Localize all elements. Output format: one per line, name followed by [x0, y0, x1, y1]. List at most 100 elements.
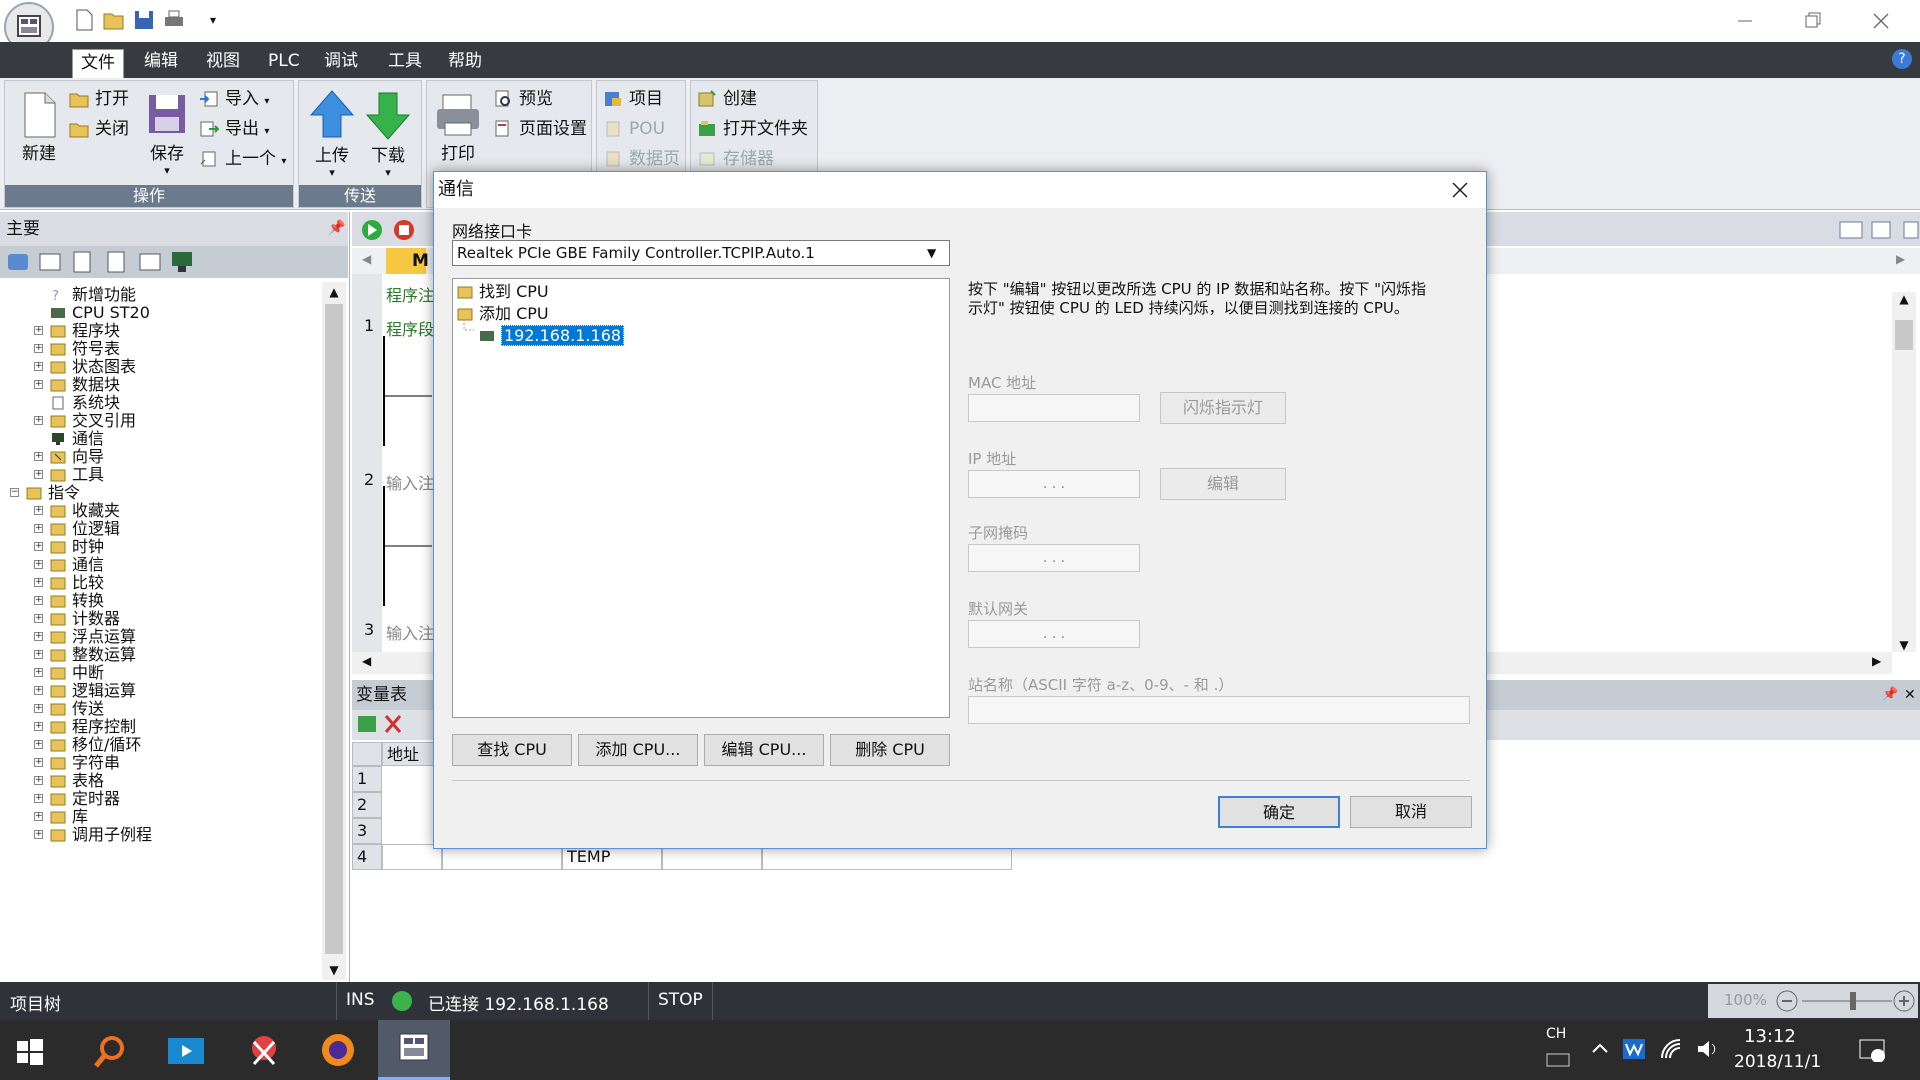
- tab-main[interactable]: M: [386, 248, 429, 274]
- wifi-icon[interactable]: [1660, 1038, 1684, 1060]
- gateway-field[interactable]: . . .: [968, 620, 1140, 648]
- scroll-down-icon[interactable]: ▼: [1892, 638, 1916, 652]
- expand-icon[interactable]: +: [34, 542, 43, 551]
- chevron-down-icon[interactable]: ▼: [927, 241, 936, 265]
- expand-icon[interactable]: +: [34, 632, 43, 641]
- expand-icon[interactable]: +: [34, 614, 43, 623]
- windows-start-icon[interactable]: [16, 1038, 44, 1066]
- subnet-field[interactable]: . . .: [968, 544, 1140, 572]
- previous-button[interactable]: 上一个 ▾: [197, 147, 286, 171]
- minimize-button[interactable]: [1716, 4, 1774, 38]
- download-button[interactable]: 下载 ▾: [361, 89, 415, 179]
- expand-icon[interactable]: +: [34, 506, 43, 515]
- dialog-close-button[interactable]: [1450, 180, 1470, 200]
- pin-icon[interactable]: 📌: [328, 220, 345, 236]
- open-button[interactable]: 打开: [67, 87, 129, 111]
- expand-icon[interactable]: +: [34, 812, 43, 821]
- expand-icon[interactable]: +: [34, 560, 43, 569]
- mac-field[interactable]: [968, 394, 1140, 422]
- memory-button[interactable]: 存储器: [695, 147, 774, 171]
- expand-icon[interactable]: +: [34, 740, 43, 749]
- tree-item-instruction[interactable]: + 调用子例程: [34, 824, 152, 846]
- expand-icon[interactable]: +: [34, 578, 43, 587]
- expand-icon[interactable]: +: [34, 596, 43, 605]
- scroll-right-icon[interactable]: ▶: [1872, 654, 1881, 668]
- expand-icon[interactable]: +: [34, 758, 43, 767]
- new-button[interactable]: 新建: [13, 89, 65, 164]
- pin-icon[interactable]: 📌: [1882, 680, 1898, 710]
- open-folder-button[interactable]: 打开文件夹: [695, 117, 808, 141]
- scroll-up-icon[interactable]: ▲: [1892, 292, 1916, 306]
- menu-plc[interactable]: PLC: [260, 48, 308, 74]
- tree-found-cpu[interactable]: 找到 CPU: [457, 281, 549, 303]
- upload-button[interactable]: 上传 ▾: [305, 89, 359, 179]
- expand-icon[interactable]: +: [34, 650, 43, 659]
- cancel-button[interactable]: 取消: [1350, 796, 1472, 828]
- expand-icon[interactable]: +: [34, 686, 43, 695]
- program-comment[interactable]: 程序注: [386, 282, 434, 306]
- edit-ip-button[interactable]: 编辑: [1160, 468, 1286, 500]
- ip-field[interactable]: . . .: [968, 470, 1140, 498]
- import-button[interactable]: 导入 ▾: [197, 87, 269, 111]
- delete-cpu-button[interactable]: 删除 CPU: [830, 734, 950, 766]
- snipping-tool-icon[interactable]: [244, 1030, 284, 1070]
- scroll-thumb[interactable]: [325, 304, 343, 954]
- edit-cpu-button[interactable]: 编辑 CPU...: [704, 734, 824, 766]
- media-player-icon[interactable]: [166, 1036, 206, 1066]
- expand-icon[interactable]: +: [34, 524, 43, 533]
- keyboard-icon[interactable]: [1546, 1052, 1570, 1068]
- tree-cpu-ip[interactable]: 192.168.1.168: [479, 325, 625, 347]
- volume-icon[interactable]: [1696, 1038, 1720, 1060]
- find-cpu-button[interactable]: 查找 CPU: [452, 734, 572, 766]
- station-name-field[interactable]: [968, 696, 1470, 724]
- menu-help[interactable]: 帮助: [440, 48, 490, 74]
- close-pane-icon[interactable]: ✕: [1904, 680, 1916, 710]
- new-icon[interactable]: [72, 8, 96, 32]
- tab-scroll-left-icon[interactable]: ◀: [362, 252, 371, 266]
- ok-button[interactable]: 确定: [1218, 796, 1340, 828]
- preview-button[interactable]: 预览: [491, 87, 553, 111]
- menu-file[interactable]: 文件: [72, 49, 124, 79]
- tray-app-icon[interactable]: [1622, 1038, 1646, 1060]
- export-button[interactable]: 导出 ▾: [197, 117, 269, 141]
- firefox-icon[interactable]: [318, 1030, 358, 1070]
- tray-chevron-icon[interactable]: [1590, 1038, 1610, 1058]
- clock-date[interactable]: 2018/11/1: [1734, 1052, 1821, 1072]
- expand-icon[interactable]: +: [34, 794, 43, 803]
- qat-dropdown-icon[interactable]: ▾: [210, 8, 216, 32]
- nic-select[interactable]: Realtek PCIe GBE Family Controller.TCPIP…: [452, 240, 950, 266]
- restore-button[interactable]: [1784, 4, 1842, 38]
- pou-button[interactable]: POU: [601, 117, 665, 141]
- project-button[interactable]: 项目: [601, 87, 663, 111]
- close-window-button[interactable]: [1852, 4, 1910, 38]
- menu-debug[interactable]: 调试: [316, 48, 366, 74]
- add-cpu-button[interactable]: 添加 CPU...: [578, 734, 698, 766]
- close-button[interactable]: 关闭: [67, 117, 129, 141]
- step7-taskbar-button[interactable]: [378, 1020, 450, 1080]
- menu-tools[interactable]: 工具: [380, 48, 430, 74]
- page-setup-button[interactable]: 页面设置: [491, 117, 587, 141]
- expand-icon[interactable]: +: [34, 830, 43, 839]
- tab-scroll-right-icon[interactable]: ▶: [1896, 252, 1905, 266]
- expand-icon[interactable]: +: [34, 722, 43, 731]
- save-icon[interactable]: [132, 8, 156, 32]
- scroll-up-icon[interactable]: ▲: [322, 282, 346, 302]
- notification-icon[interactable]: [1858, 1038, 1886, 1062]
- scroll-down-icon[interactable]: ▼: [322, 960, 346, 980]
- menu-edit[interactable]: 编辑: [136, 48, 186, 74]
- input-language[interactable]: CH: [1546, 1026, 1566, 1042]
- search-icon[interactable]: [92, 1034, 128, 1070]
- tree-scrollbar[interactable]: ▲ ▼: [322, 282, 346, 980]
- expand-icon[interactable]: +: [34, 776, 43, 785]
- expand-icon[interactable]: +: [34, 704, 43, 713]
- menu-view[interactable]: 视图: [198, 48, 248, 74]
- expand-icon[interactable]: +: [34, 668, 43, 677]
- print-button[interactable]: 打印: [433, 89, 483, 164]
- save-button[interactable]: 保存 ▾: [141, 89, 193, 177]
- editor-vscrollbar[interactable]: ▲ ▼: [1892, 292, 1916, 652]
- scroll-left-icon[interactable]: ◀: [362, 654, 371, 668]
- help-icon[interactable]: ?: [1892, 49, 1912, 69]
- blink-led-button[interactable]: 闪烁指示灯: [1160, 392, 1286, 424]
- scroll-thumb[interactable]: [1895, 320, 1913, 350]
- create-button[interactable]: 创建: [695, 87, 757, 111]
